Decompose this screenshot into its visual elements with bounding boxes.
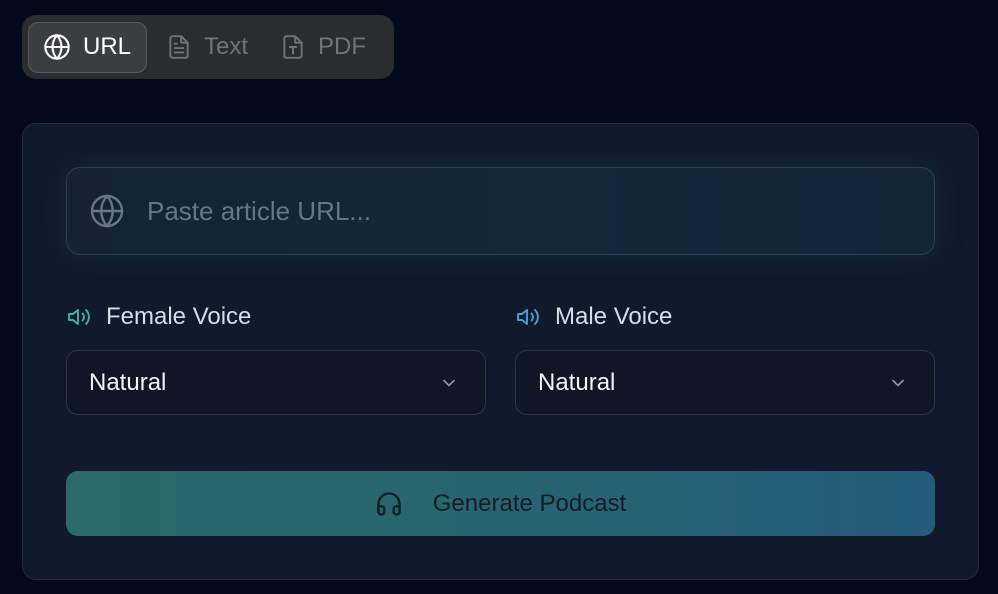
female-voice-selected-value: Natural bbox=[89, 368, 167, 396]
female-voice-label: Female Voice bbox=[106, 303, 252, 330]
chevron-down-icon bbox=[439, 373, 459, 393]
tab-text-label: Text bbox=[204, 33, 249, 60]
female-voice-group: Female Voice Natural bbox=[66, 302, 486, 415]
male-voice-selected-value: Natural bbox=[538, 368, 616, 396]
tab-pdf[interactable]: PDF bbox=[269, 22, 383, 73]
globe-icon bbox=[43, 33, 71, 61]
url-field[interactable] bbox=[66, 167, 935, 255]
tab-text[interactable]: Text bbox=[151, 22, 265, 73]
source-tabs: URL Text PDF bbox=[22, 15, 394, 79]
speaker-icon bbox=[66, 305, 92, 329]
document-icon bbox=[166, 33, 192, 61]
male-voice-select[interactable]: Natural bbox=[515, 350, 935, 415]
tab-url-label: URL bbox=[83, 33, 132, 60]
male-voice-group: Male Voice Natural bbox=[515, 302, 935, 415]
male-voice-label-row: Male Voice bbox=[515, 302, 935, 332]
globe-icon bbox=[89, 193, 125, 229]
speaker-icon bbox=[515, 305, 541, 329]
article-url-input[interactable] bbox=[147, 168, 934, 254]
generate-podcast-label: Generate Podcast bbox=[432, 489, 627, 517]
podcast-form-card: Female Voice Natural Male Voice Natur bbox=[22, 123, 979, 580]
female-voice-select[interactable]: Natural bbox=[66, 350, 486, 415]
male-voice-label: Male Voice bbox=[555, 303, 673, 330]
tab-url[interactable]: URL bbox=[28, 21, 147, 73]
female-voice-label-row: Female Voice bbox=[66, 302, 486, 332]
chevron-down-icon bbox=[888, 373, 908, 393]
headphones-icon bbox=[375, 490, 403, 518]
pdf-file-icon bbox=[280, 33, 306, 61]
generate-podcast-button[interactable]: Generate Podcast bbox=[66, 471, 935, 536]
tab-pdf-label: PDF bbox=[318, 33, 367, 60]
